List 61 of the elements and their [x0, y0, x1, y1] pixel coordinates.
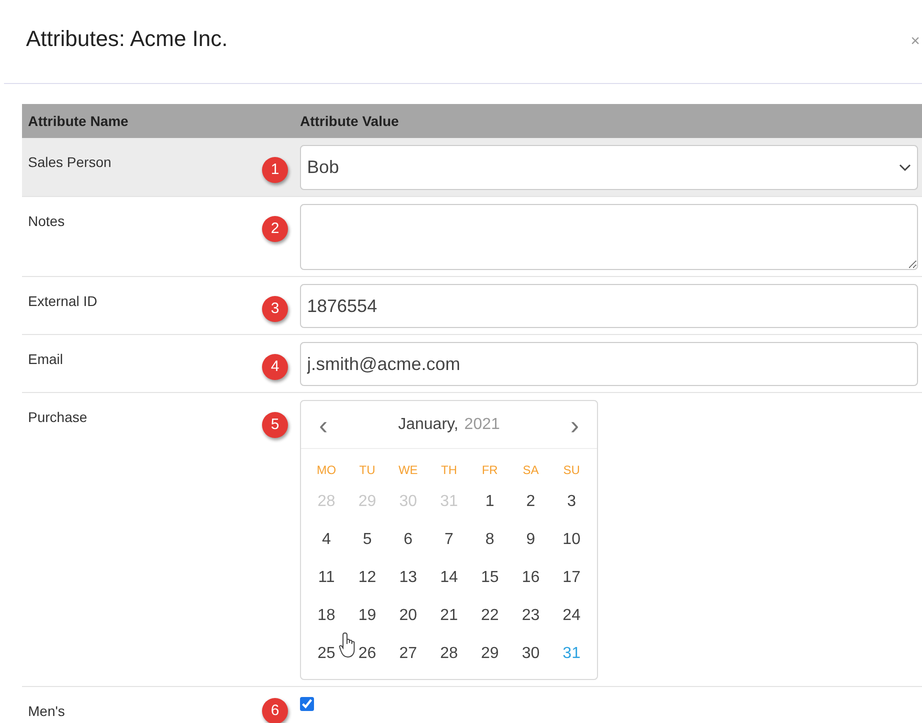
- calendar-day[interactable]: 19: [358, 604, 376, 628]
- calendar-day[interactable]: 7: [444, 528, 454, 552]
- calendar-day[interactable]: 9: [526, 528, 536, 552]
- calendar-day[interactable]: 16: [522, 566, 540, 590]
- weekday-label: SU: [563, 462, 580, 479]
- attribute-name: Email: [27, 350, 64, 369]
- dialog-title: Attributes: Acme Inc.: [26, 25, 228, 53]
- calendar-day[interactable]: 3: [567, 490, 576, 514]
- notes-field[interactable]: [300, 204, 918, 270]
- step-badge: 6: [262, 698, 288, 723]
- step-badge: 1: [262, 157, 288, 183]
- calendar-day[interactable]: 23: [522, 604, 540, 628]
- calendar-day[interactable]: 24: [562, 604, 580, 628]
- calendar-day[interactable]: 14: [440, 566, 458, 590]
- calendar-day[interactable]: 5: [362, 528, 372, 552]
- calendar-day[interactable]: 30: [522, 642, 540, 666]
- sales-person-select[interactable]: Bob: [300, 145, 918, 190]
- calendar-day[interactable]: 20: [399, 604, 418, 628]
- text-field[interactable]: 1876554: [300, 284, 918, 328]
- checkbox[interactable]: [300, 697, 314, 711]
- calendar-day[interactable]: 18: [318, 604, 336, 628]
- step-badge: 4: [262, 354, 288, 380]
- calendar-day[interactable]: 4: [322, 528, 331, 552]
- calendar-day[interactable]: 26: [358, 642, 376, 666]
- step-badge: 5: [262, 412, 288, 438]
- attribute-name: Men's: [27, 702, 66, 721]
- next-month-button[interactable]: ›: [570, 412, 579, 438]
- calendar-day[interactable]: 27: [399, 642, 418, 666]
- calendar-day[interactable]: 13: [399, 566, 418, 590]
- calendar-day[interactable]: 15: [480, 566, 499, 590]
- previous-month-button[interactable]: ‹: [319, 412, 328, 438]
- weekday-label: WE: [398, 462, 418, 479]
- weekday-label: TU: [359, 462, 376, 479]
- calendar-day[interactable]: 1: [485, 490, 494, 514]
- calendar-day[interactable]: 28: [440, 642, 458, 666]
- calendar-day[interactable]: 17: [562, 566, 580, 590]
- calendar-day[interactable]: 6: [404, 528, 413, 552]
- step-badge: 3: [262, 296, 288, 322]
- calendar-day[interactable]: 25: [318, 642, 336, 666]
- attribute-name: Sales Person: [27, 153, 112, 172]
- chevron-down-icon: [899, 164, 911, 172]
- calendar-day[interactable]: 29: [480, 642, 499, 666]
- calendar-day[interactable]: 10: [562, 528, 580, 552]
- year-label: 2021: [464, 414, 500, 434]
- calendar-day[interactable]: 22: [480, 604, 499, 628]
- attribute-name: Notes: [27, 212, 66, 231]
- calendar-day[interactable]: 2: [526, 490, 536, 514]
- weekday-label: MO: [316, 462, 336, 479]
- step-badge: 2: [262, 216, 288, 242]
- column-header: Attribute Name: [27, 112, 130, 130]
- calendar-day[interactable]: 21: [440, 604, 458, 628]
- calendar-day[interactable]: 11: [318, 566, 335, 590]
- attribute-name: External ID: [27, 292, 98, 311]
- weekday-label: SA: [522, 462, 539, 479]
- column-header: Attribute Value: [300, 112, 399, 130]
- weekday-label: TH: [440, 462, 457, 479]
- attribute-name: Purchase: [27, 408, 88, 427]
- calendar-day[interactable]: 12: [358, 566, 376, 590]
- month-label: January,: [398, 414, 458, 434]
- weekday-label: FR: [482, 462, 498, 479]
- calendar-day[interactable]: 8: [485, 528, 494, 552]
